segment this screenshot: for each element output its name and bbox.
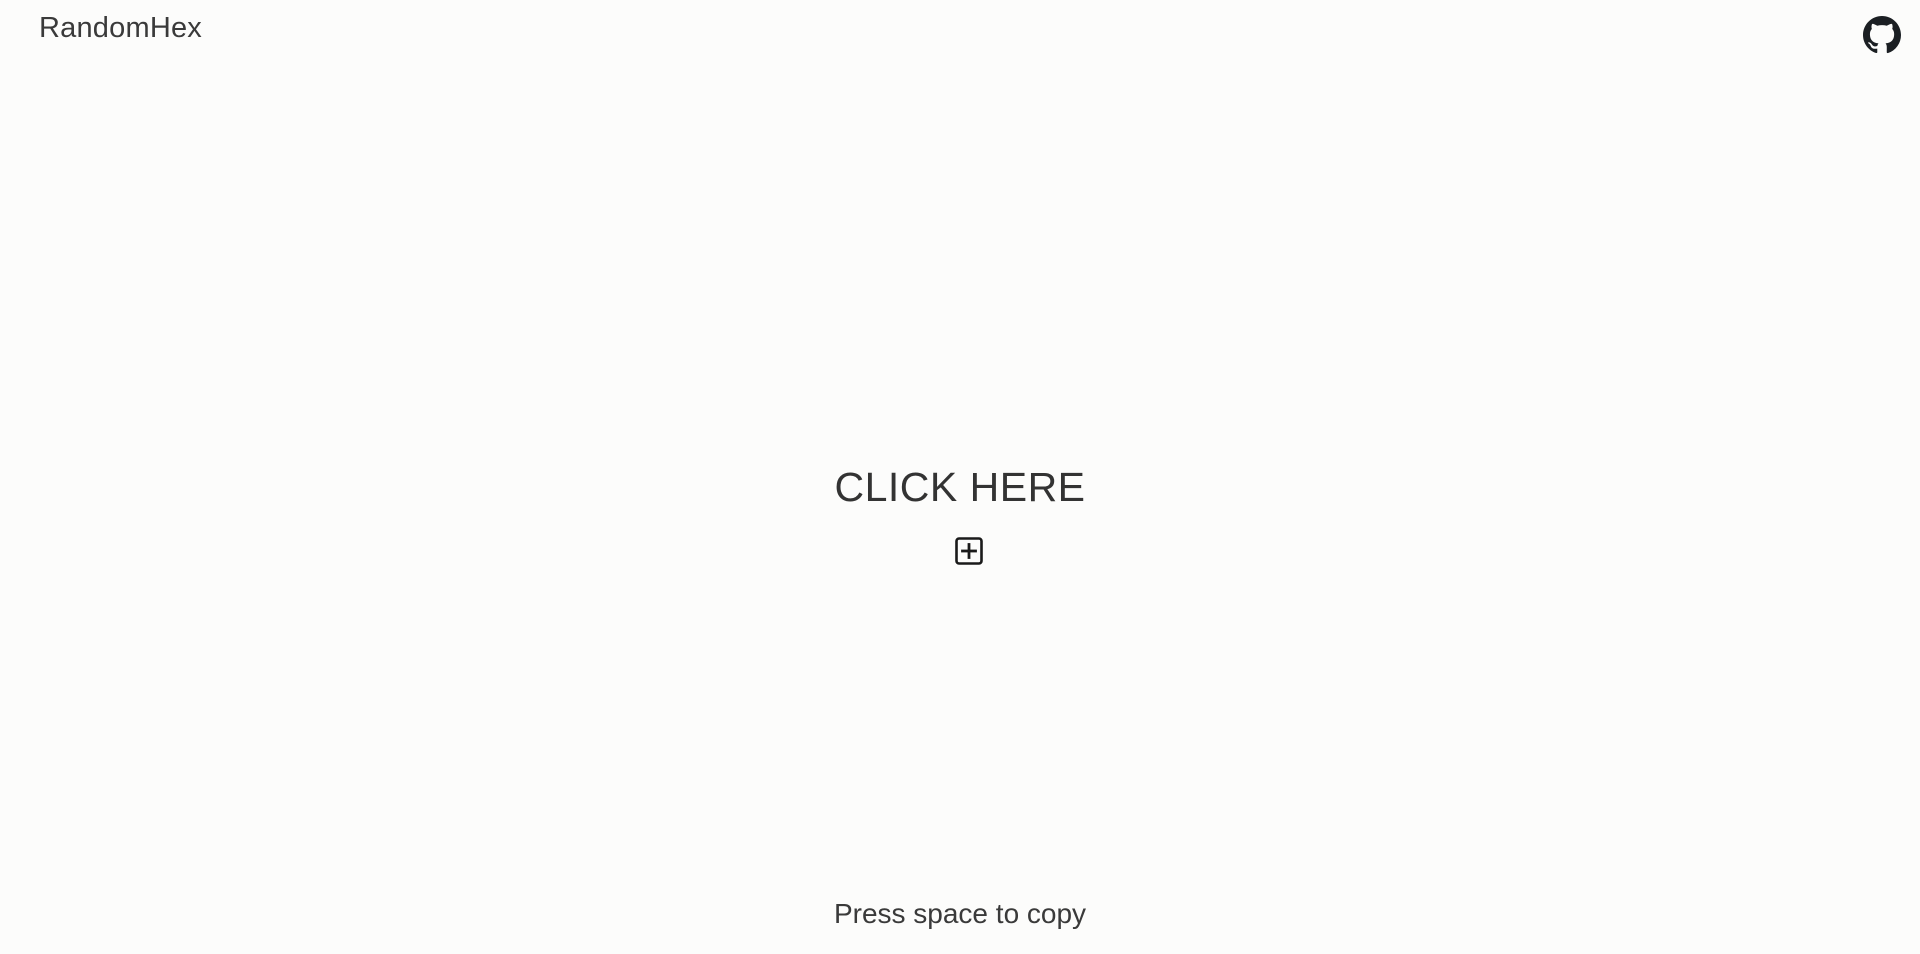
add-color-button[interactable]	[954, 536, 984, 566]
click-here-button[interactable]: CLICK HERE	[834, 464, 1085, 511]
cta-container: CLICK HERE	[0, 464, 1920, 511]
github-icon	[1863, 16, 1901, 54]
copy-hint: Press space to copy	[833, 898, 1087, 929]
brand-title[interactable]: RandomHex	[39, 12, 202, 45]
plus-square-icon	[954, 536, 984, 566]
github-link[interactable]	[1863, 16, 1901, 54]
page: RandomHex CLICK HERE Press space to copy	[0, 0, 1920, 954]
